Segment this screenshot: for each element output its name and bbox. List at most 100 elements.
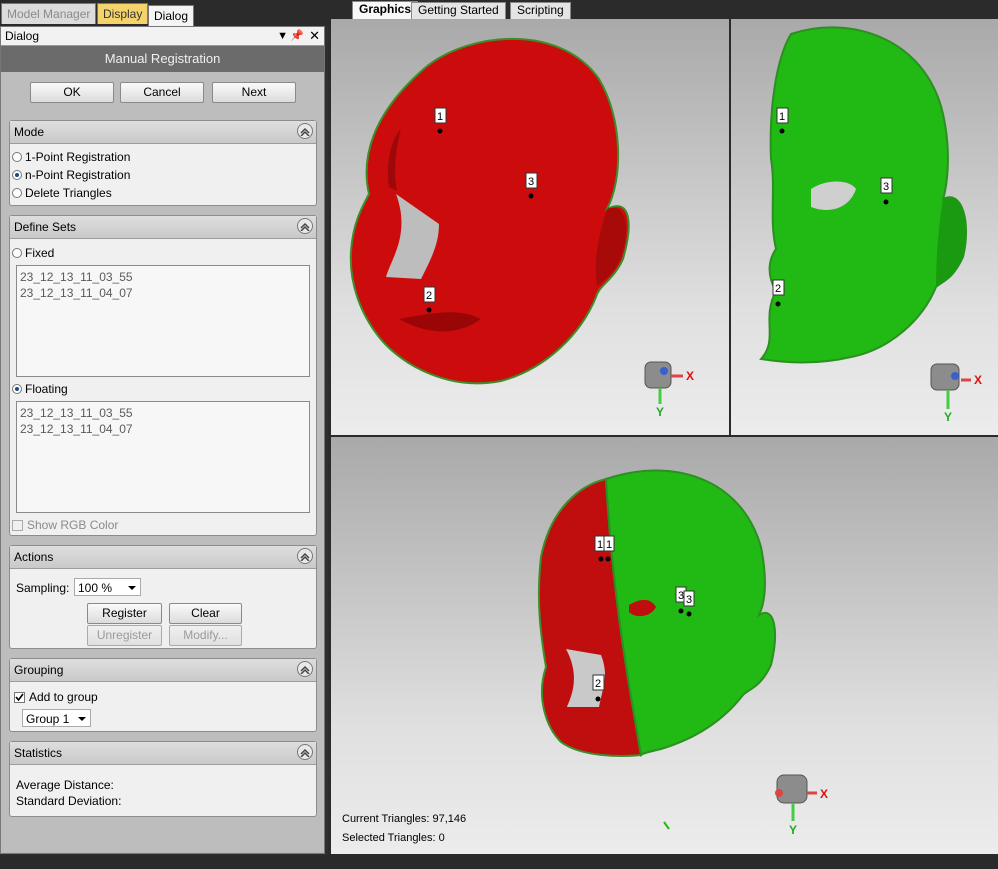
radio-selected-icon[interactable] [12,170,22,180]
svg-text:1: 1 [437,111,443,123]
viewport-fixed[interactable]: 1 3 2 X Y [331,19,729,435]
left-tabstrip: Model Manager Display Dialog [0,0,328,26]
checkbox-label: Add to group [29,690,98,704]
tab-getting-started[interactable]: Getting Started [411,2,506,19]
tab-scripting[interactable]: Scripting [510,2,571,19]
statistics-header[interactable]: Statistics [10,742,316,765]
svg-text:3: 3 [678,590,684,602]
dialog-panel: Dialog ▼ 📌 ✕ Manual Registration OK Canc… [0,26,325,854]
collapse-icon[interactable] [297,661,313,677]
radio-delete-triangles[interactable]: Delete Triangles [12,186,112,200]
sampling-select[interactable]: 100 % [74,578,141,596]
checkbox-checked-icon[interactable] [14,692,25,703]
mode-title: Mode [14,125,45,139]
radio-selected-icon[interactable] [12,384,22,394]
cancel-button[interactable]: Cancel [120,82,204,103]
floating-mesh-view[interactable]: 1 3 2 X Y [731,19,998,435]
sampling-label: Sampling: [16,581,70,595]
collapse-icon[interactable] [297,548,313,564]
svg-text:2: 2 [595,678,601,690]
fixed-mesh-view[interactable]: 1 3 2 X Y [331,19,729,435]
clear-button[interactable]: Clear [169,603,242,624]
dialog-subtitle: Manual Registration [1,46,324,72]
radio-icon[interactable] [12,152,22,162]
average-distance-label: Average Distance: [16,778,114,792]
viewport-floating[interactable]: 1 3 2 X Y [731,19,998,435]
actions-group: Actions Sampling: 100 % Register Clear U… [9,545,317,649]
list-item[interactable]: 23_12_13_11_04_07 [20,285,306,301]
modify-button[interactable]: Modify... [169,625,242,646]
svg-text:Y: Y [656,405,664,419]
checkbox-icon[interactable] [12,520,23,531]
standard-deviation-label: Standard Deviation: [16,794,122,808]
dropdown-icon[interactable]: ▼ [277,27,288,45]
fixed-list[interactable]: 23_12_13_11_03_55 23_12_13_11_04_07 [16,265,310,377]
svg-text:X: X [820,787,828,801]
radio-label: Fixed [25,246,55,260]
floating-list[interactable]: 23_12_13_11_03_55 23_12_13_11_04_07 [16,401,310,513]
current-triangles-label: Current Triangles: 97,146 [342,813,467,825]
actions-title: Actions [14,550,54,564]
radio-fixed[interactable]: Fixed [12,246,54,260]
close-icon[interactable]: ✕ [309,27,320,45]
grouping-header[interactable]: Grouping [10,659,316,682]
mode-group: Mode 1-Point Registration n-Point Regist… [9,120,317,206]
tab-graphics[interactable]: Graphics [352,1,419,19]
list-item[interactable]: 23_12_13_11_03_55 [20,405,306,421]
dialog-button-row: OK Cancel Next [1,72,324,112]
list-item[interactable]: 23_12_13_11_03_55 [20,269,306,285]
tab-dialog[interactable]: Dialog [148,5,195,26]
define-sets-group: Define Sets Fixed 23_12_13_11_03_55 23_1… [9,215,317,536]
next-button[interactable]: Next [212,82,296,103]
svg-text:Y: Y [789,823,797,837]
checkbox-label: Show RGB Color [27,518,119,532]
collapse-icon[interactable] [297,218,313,234]
grouping-title: Grouping [14,663,64,677]
register-button[interactable]: Register [87,603,162,624]
svg-text:1: 1 [606,539,612,551]
selected-triangles-label: Selected Triangles: 0 [342,832,445,844]
show-rgb-checkbox[interactable]: Show RGB Color [12,518,118,532]
svg-text:1: 1 [779,111,785,123]
radio-icon[interactable] [12,188,22,198]
ok-button[interactable]: OK [30,82,114,103]
group-select[interactable]: Group 1 [22,709,91,727]
axis-triad-icon[interactable]: X Y [775,774,828,837]
list-item[interactable]: 23_12_13_11_04_07 [20,421,306,437]
svg-text:2: 2 [775,283,781,295]
radio-n-point[interactable]: n-Point Registration [12,168,130,182]
define-sets-header[interactable]: Define Sets [10,216,316,239]
svg-text:2: 2 [426,290,432,302]
add-to-group-checkbox[interactable]: Add to group [14,690,98,704]
pin-icon[interactable]: 📌 [290,27,304,45]
unregister-button[interactable]: Unregister [87,625,162,646]
mode-header[interactable]: Mode [10,121,316,144]
combined-mesh-view[interactable]: 1 1 3 3 2 X Y [331,437,998,854]
axis-triad-icon[interactable]: X Y [930,363,982,424]
radio-floating[interactable]: Floating [12,382,68,396]
radio-1-point[interactable]: 1-Point Registration [12,150,130,164]
collapse-icon[interactable] [297,123,313,139]
svg-text:3: 3 [686,594,692,606]
axis-triad-icon[interactable]: X Y [644,361,694,419]
svg-text:X: X [686,369,694,383]
statistics-group: Statistics Average Distance: Standard De… [9,741,317,817]
tab-model-manager[interactable]: Model Manager [1,3,97,24]
radio-label: n-Point Registration [25,168,131,182]
statistics-title: Statistics [14,746,63,760]
svg-text:3: 3 [883,181,889,193]
tab-display[interactable]: Display [97,3,149,24]
viewport-combined[interactable]: 1 1 3 3 2 X Y Current Triangles: 97,146 … [331,437,998,854]
grouping-group: Grouping Add to group Group 1 [9,658,317,732]
radio-icon[interactable] [12,248,22,258]
group-value: Group 1 [26,712,70,726]
radio-label: Delete Triangles [25,186,112,200]
dialog-title: Dialog [5,29,40,43]
sampling-value: 100 % [78,581,113,595]
define-sets-title: Define Sets [14,220,77,234]
collapse-icon[interactable] [297,744,313,760]
chevron-down-icon [78,717,86,721]
svg-text:1: 1 [597,539,603,551]
graphics-tabstrip: Graphics Getting Started Scripting [330,0,998,19]
actions-header[interactable]: Actions [10,546,316,569]
